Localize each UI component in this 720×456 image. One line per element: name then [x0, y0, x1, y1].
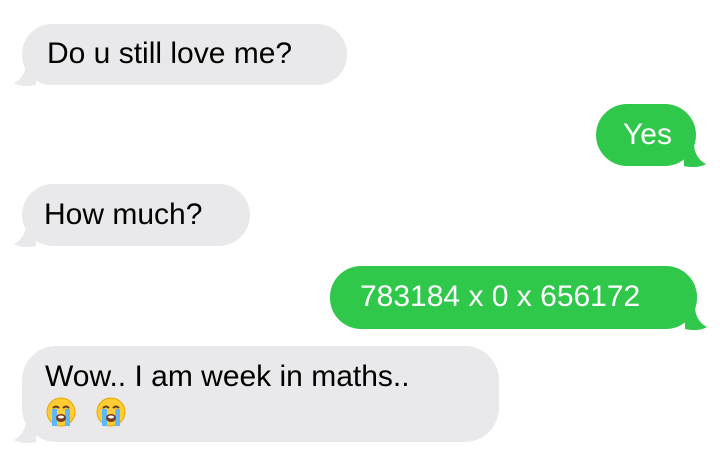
sent-message-bubble[interactable]: Yes — [596, 104, 696, 166]
bubble-tail-left — [14, 420, 36, 444]
message-text: Wow.. I am week in maths.. — [45, 360, 410, 393]
received-message-bubble[interactable]: Do u still love me? — [22, 24, 347, 85]
message-thread: Do u still love me? Yes How much? 783184… — [0, 0, 720, 456]
message-text: Do u still love me? — [47, 37, 293, 70]
bubble-tail-right — [685, 307, 707, 331]
bubble-tail-left — [14, 63, 36, 87]
loudly-crying-face-icon — [96, 397, 126, 427]
loudly-crying-face-icon — [46, 397, 76, 427]
bubble-tail-right — [684, 144, 706, 168]
message-text: 783184 x 0 x 656172 — [360, 280, 641, 313]
received-message-bubble[interactable]: Wow.. I am week in maths.. — [22, 346, 499, 442]
emoji-row — [45, 396, 137, 427]
message-text: How much? — [44, 198, 203, 231]
bubble-tail-left — [14, 224, 36, 248]
received-message-bubble[interactable]: How much? — [22, 184, 250, 246]
message-text: Yes — [623, 118, 672, 151]
sent-message-bubble[interactable]: 783184 x 0 x 656172 — [330, 266, 697, 329]
